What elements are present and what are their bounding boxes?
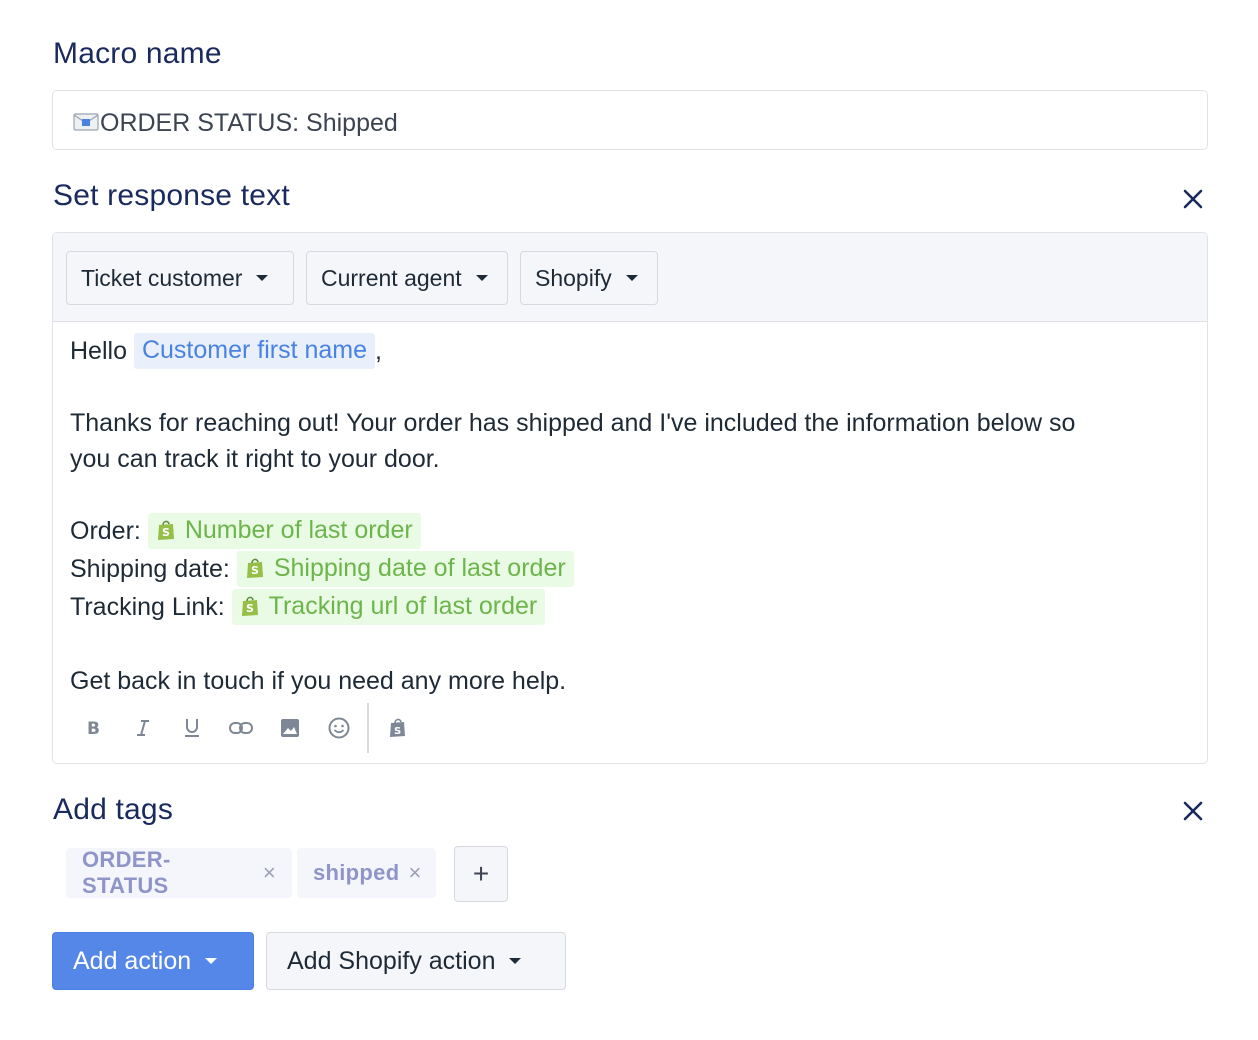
empty-line	[70, 369, 1190, 405]
tag-label: ORDER-STATUS	[82, 847, 171, 898]
order-line: Order: S Number of last order	[70, 513, 1190, 551]
customer-first-name-variable[interactable]: Customer first name	[133, 333, 375, 369]
tag-order-status: ORDER-STATUS ×	[66, 847, 292, 898]
formatting-toolbar: B S	[69, 703, 422, 753]
image-icon[interactable]	[265, 705, 314, 751]
svg-text:S: S	[251, 564, 259, 577]
chevron-down-icon	[509, 958, 522, 964]
underline-icon[interactable]	[167, 705, 216, 751]
svg-text:S: S	[246, 602, 254, 615]
shipping-date-text: Shipping date of last order	[273, 554, 566, 582]
variables-toolbar: Ticket customer Current agent Shopify	[53, 233, 1207, 322]
add-shopify-action-button[interactable]: Add Shopify action	[266, 932, 566, 990]
toolbar-divider	[367, 703, 369, 753]
shopify-dropdown[interactable]: Shopify	[520, 251, 658, 305]
link-icon[interactable]	[216, 705, 265, 751]
svg-text:S: S	[162, 526, 170, 539]
closing-line: Get back in touch if you need any more h…	[70, 667, 567, 695]
emoji-icon[interactable]	[314, 705, 363, 751]
greeting-text: Hello	[70, 337, 127, 365]
envelope-icon	[73, 113, 99, 131]
macro-editor: Macro name ORDER STATUS: Shipped Set res…	[0, 0, 1258, 1040]
add-tag-button[interactable]: +	[454, 846, 508, 902]
shopify-label: Shopify	[535, 264, 612, 291]
add-shopify-action-label: Add Shopify action	[287, 946, 496, 975]
current-agent-label: Current agent	[321, 264, 462, 291]
tracking-url-variable[interactable]: S Tracking url of last order	[231, 589, 546, 625]
add-tags-title: Add tags	[53, 793, 174, 826]
bold-icon[interactable]: B	[69, 705, 118, 751]
remove-tag-icon[interactable]: ×	[263, 860, 276, 886]
shipping-date-variable[interactable]: S Shipping date of last order	[236, 551, 574, 587]
tracking-label: Tracking Link:	[70, 593, 225, 621]
add-action-label: Add action	[73, 946, 192, 975]
tag-shipped: shipped ×	[297, 848, 436, 898]
tracking-url-text: Tracking url of last order	[268, 592, 538, 620]
order-number-variable[interactable]: S Number of last order	[147, 513, 421, 549]
italic-icon[interactable]	[118, 705, 167, 751]
greeting-suffix: ,	[375, 337, 382, 365]
svg-text:B: B	[87, 719, 100, 737]
ticket-customer-dropdown[interactable]: Ticket customer	[66, 251, 294, 305]
shopify-bag-icon: S	[156, 516, 176, 540]
paragraph-line-1: Thanks for reaching out! Your order has …	[70, 409, 1076, 437]
paragraph-line-2: you can track it right to your door.	[70, 445, 440, 473]
macro-name-input[interactable]	[52, 90, 1208, 150]
greeting-line: Hello Customer first name,	[70, 333, 1190, 369]
shopify-bag-icon: S	[240, 592, 260, 616]
shopify-icon[interactable]: S	[373, 705, 422, 751]
chevron-down-icon	[205, 958, 218, 964]
tracking-line: Tracking Link: S Tracking url of last ord…	[70, 589, 1190, 627]
add-action-button[interactable]: Add action	[52, 932, 254, 990]
chevron-down-icon	[625, 275, 638, 281]
chevron-down-icon	[475, 275, 488, 281]
ticket-customer-label: Ticket customer	[81, 264, 243, 291]
shipping-line: Shipping date: S Shipping date of last or…	[70, 551, 1190, 589]
order-label: Order:	[70, 517, 141, 545]
editor-content[interactable]: Hello Customer first name, Thanks for re…	[70, 333, 1190, 699]
shopify-bag-icon: S	[245, 554, 265, 578]
svg-text:S: S	[394, 726, 401, 737]
response-editor[interactable]: Ticket customer Current agent Shopify He…	[52, 232, 1208, 764]
macro-name-title: Macro name	[53, 37, 222, 70]
chevron-down-icon	[256, 275, 269, 281]
close-icon[interactable]	[1180, 798, 1206, 824]
order-number-text: Number of last order	[184, 516, 413, 544]
empty-line	[70, 627, 1190, 663]
response-text-title: Set response text	[53, 179, 290, 212]
remove-tag-icon[interactable]: ×	[408, 860, 421, 886]
empty-line	[70, 477, 1190, 513]
close-icon[interactable]	[1180, 186, 1206, 212]
current-agent-dropdown[interactable]: Current agent	[306, 251, 508, 305]
shipping-label: Shipping date:	[70, 555, 230, 583]
tag-label: shipped	[313, 860, 400, 885]
